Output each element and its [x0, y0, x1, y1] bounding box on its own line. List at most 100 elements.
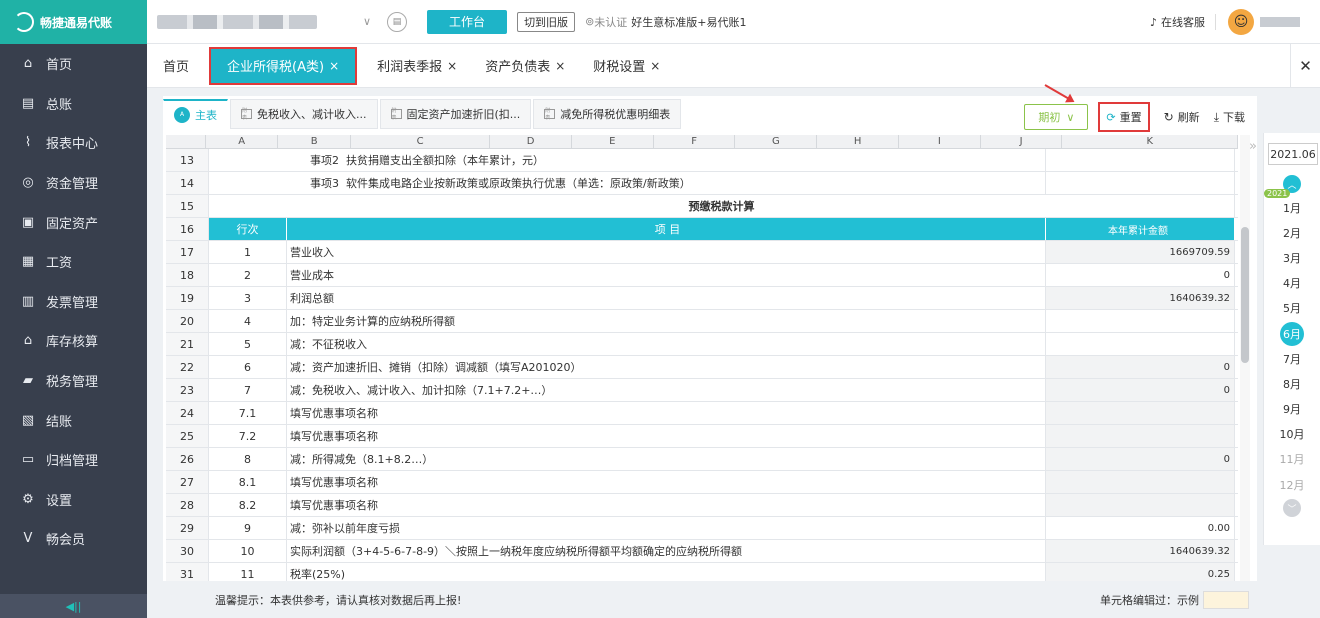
value-cell[interactable]: 0 [1046, 264, 1235, 286]
close-icon[interactable]: × [329, 59, 339, 73]
row-number[interactable]: 31 [166, 563, 209, 581]
column-header[interactable]: D [490, 135, 572, 148]
sidebar-item[interactable]: ▧ 结账 [0, 400, 147, 440]
column-header[interactable]: C [351, 135, 491, 148]
sidebar-item[interactable]: ▥ 发票管理 [0, 282, 147, 322]
page-tab[interactable]: 财税设置 × [579, 44, 674, 88]
organization-name-redacted[interactable] [157, 14, 317, 29]
column-header[interactable]: H [817, 135, 899, 148]
value-cell[interactable]: 0 [1046, 356, 1235, 378]
value-cell[interactable] [1046, 402, 1235, 424]
page-tab[interactable]: 资产负债表 × [471, 44, 579, 88]
row-number[interactable]: 18 [166, 264, 209, 286]
close-icon[interactable]: × [650, 59, 660, 73]
grid-corner[interactable] [166, 135, 206, 148]
column-header[interactable]: G [735, 135, 818, 148]
month-item[interactable]: 8月 [1264, 371, 1320, 396]
sidebar-item[interactable]: ▰ 税务管理 [0, 361, 147, 401]
month-item[interactable]: 4月 [1264, 271, 1320, 296]
user-name-redacted[interactable] [1260, 17, 1300, 27]
switch-ledger-icon[interactable]: ▤ [387, 11, 408, 32]
row-number[interactable]: 26 [166, 448, 209, 470]
row-number[interactable]: 15 [166, 195, 209, 217]
sidebar-item[interactable]: ⚙ 设置 [0, 480, 147, 520]
sidebar-item[interactable]: V 畅会员 [0, 519, 147, 559]
row-number[interactable]: 16 [166, 218, 209, 240]
value-cell[interactable]: 0.25 [1046, 563, 1235, 581]
sidebar-collapse-button[interactable]: ◀|| [0, 594, 147, 618]
row-number[interactable]: 14 [166, 172, 209, 194]
reset-button[interactable]: ⟳ 重置 [1098, 102, 1150, 132]
page-tab[interactable]: 企业所得税(A类) × [209, 46, 358, 85]
value-cell[interactable] [1046, 333, 1235, 355]
month-item[interactable]: 5月 [1264, 296, 1320, 321]
refresh-button[interactable]: ↻ 刷新 [1164, 109, 1200, 125]
value-cell[interactable]: 1640639.32 [1046, 287, 1235, 309]
value-cell[interactable] [1046, 310, 1235, 332]
page-tab[interactable]: 利润表季报 × [363, 44, 471, 88]
row-number[interactable]: 30 [166, 540, 209, 562]
row-number[interactable]: 20 [166, 310, 209, 332]
chevron-down-icon[interactable]: ∨ [363, 15, 371, 28]
value-cell[interactable]: 1640639.32 [1046, 540, 1235, 562]
chevron-down-circle-icon[interactable]: ﹀ [1283, 499, 1301, 518]
month-item[interactable]: 7月 [1264, 346, 1320, 371]
sidebar-item[interactable]: ⌇ 报表中心 [0, 123, 147, 163]
close-icon[interactable]: × [447, 59, 457, 73]
column-header[interactable]: E [572, 135, 654, 148]
download-button[interactable]: ⤓ 下载 [1214, 109, 1245, 125]
month-item[interactable]: 2月 [1264, 220, 1320, 245]
row-number[interactable]: 27 [166, 471, 209, 493]
workbench-button[interactable]: 工作台 [427, 9, 508, 34]
headset-icon[interactable]: ♪ [1150, 16, 1157, 29]
app-logo[interactable]: 畅捷通易代账 [0, 0, 147, 44]
online-service-link[interactable]: 在线客服 [1161, 14, 1205, 30]
month-item[interactable]: 2021 1月 [1264, 189, 1320, 220]
period-select[interactable]: 期初 ∨ [1024, 104, 1089, 130]
spreadsheet-grid[interactable]: ABCDEFGHIJK 13 事项2 扶贫捐赠支出全额扣除（本年累计，元） 14 事项3… [166, 135, 1238, 581]
report-subtab[interactable]: 附表 免税收入、减计收入... [230, 99, 378, 129]
row-number[interactable]: 25 [166, 425, 209, 447]
value-cell[interactable] [1046, 494, 1235, 516]
column-header[interactable]: B [278, 135, 351, 148]
column-header[interactable]: K [1062, 135, 1238, 148]
switch-old-version-button[interactable]: 切到旧版 [517, 11, 576, 32]
row-number[interactable]: 29 [166, 517, 209, 539]
report-subtab[interactable]: A 主表 [163, 99, 228, 129]
scrollbar-thumb[interactable] [1241, 227, 1249, 363]
report-subtab[interactable]: 附表 固定资产加速折旧(扣... [379, 99, 532, 129]
value-cell[interactable] [1046, 471, 1235, 493]
row-number[interactable]: 23 [166, 379, 209, 401]
page-tab[interactable]: 首页 [149, 44, 203, 88]
month-item[interactable]: 10月 [1264, 422, 1320, 447]
row-number[interactable]: 22 [166, 356, 209, 378]
value-cell[interactable] [1046, 172, 1235, 194]
double-chevron-right-icon[interactable]: » [1244, 133, 1262, 159]
row-number[interactable]: 28 [166, 494, 209, 516]
year-month-field[interactable]: 2021.06 [1268, 143, 1318, 165]
row-number[interactable]: 19 [166, 287, 209, 309]
month-item[interactable]: 3月 [1264, 245, 1320, 270]
sidebar-item[interactable]: ⌂ 库存核算 [0, 321, 147, 361]
value-cell[interactable]: 0 [1046, 448, 1235, 470]
sidebar-item[interactable]: ▭ 归档管理 [0, 440, 147, 480]
report-subtab[interactable]: 附表 减免所得税优惠明细表 [533, 99, 682, 129]
sidebar-item[interactable]: ⌂ 首页 [0, 44, 147, 84]
row-number[interactable]: 21 [166, 333, 209, 355]
column-header[interactable]: A [206, 135, 279, 148]
value-cell[interactable] [1046, 425, 1235, 447]
sidebar-item[interactable]: ▦ 工资 [0, 242, 147, 282]
value-cell[interactable]: 0.00 [1046, 517, 1235, 539]
avatar[interactable]: ☺ [1228, 9, 1254, 35]
close-icon[interactable]: × [555, 59, 565, 73]
value-cell[interactable] [1046, 149, 1235, 171]
row-number[interactable]: 24 [166, 402, 209, 424]
month-item[interactable]: 6月 [1264, 321, 1320, 346]
row-number[interactable]: 17 [166, 241, 209, 263]
value-cell[interactable]: 1669709.59 [1046, 241, 1235, 263]
month-item[interactable]: 9月 [1264, 397, 1320, 422]
value-cell[interactable]: 0 [1046, 379, 1235, 401]
row-number[interactable]: 13 [166, 149, 209, 171]
column-header[interactable]: I [899, 135, 981, 148]
close-all-tabs-icon[interactable]: ✕ [1290, 44, 1320, 88]
